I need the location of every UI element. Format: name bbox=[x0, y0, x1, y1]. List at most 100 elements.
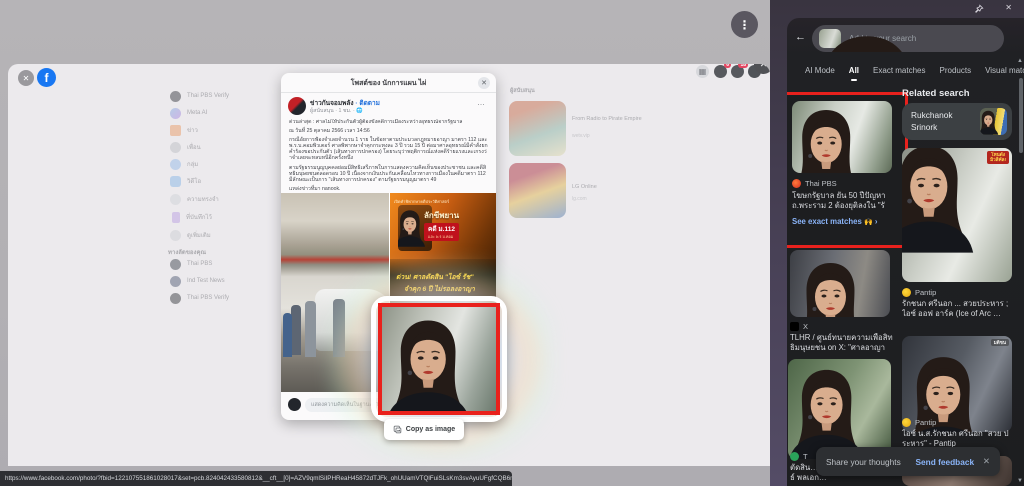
follow-link[interactable]: · ติดตาม bbox=[355, 100, 380, 107]
panel-close-icon[interactable]: ✕ bbox=[1005, 3, 1012, 12]
sidebar-item[interactable]: Thai PBS Verify bbox=[170, 90, 229, 102]
messenger-badge: 6 bbox=[724, 64, 731, 68]
selection-annotation-box bbox=[378, 303, 500, 415]
back-arrow-icon[interactable]: ← bbox=[795, 31, 806, 43]
feedback-prompt: Share your thoughts bbox=[826, 456, 901, 467]
related-search-heading: Related search bbox=[902, 88, 970, 99]
sidebar-item[interactable]: ดูเพิ่มเติม bbox=[170, 229, 211, 241]
ad-title[interactable]: LG Online bbox=[572, 184, 702, 191]
pedestrian-shape bbox=[305, 301, 316, 357]
sidebar-item[interactable]: ความทรงจำ bbox=[170, 193, 219, 205]
result-image[interactable]: โหนดัง มิวสิคัล! bbox=[902, 148, 1012, 282]
sidebar-item[interactable]: Meta AI bbox=[170, 107, 207, 119]
pedestrian-shape bbox=[283, 313, 292, 357]
lens-side-region: ✕ ← Add to your search AI Mode All Exact… bbox=[770, 0, 1024, 486]
screenshot-root: ✕ f Thai PBS Verify Meta AI ข่าว เพื่อน … bbox=[0, 0, 1024, 486]
notifications-badge: 18 bbox=[738, 64, 748, 68]
commenter-avatar bbox=[288, 398, 301, 411]
sidebar-item[interactable]: เพื่อน bbox=[170, 141, 201, 153]
result-title[interactable]: ไอซ์ น.ส.รักชนก ศรีนอก "สวย ประหาร" - Pa… bbox=[902, 429, 1012, 449]
news-headline: ลักขีพยาน bbox=[424, 211, 460, 220]
result-card-highlighted[interactable]: Thai PBS โฆษกรัฐบาล ยัน 50 ปีปัญหา ถ.พระ… bbox=[787, 92, 908, 248]
lens-results-panel: ← Add to your search AI Mode All Exact m… bbox=[787, 18, 1024, 486]
send-feedback-link[interactable]: Send feedback bbox=[916, 457, 975, 467]
result-title[interactable]: TLHR / ศูนย์ทนายความเพื่อสิทธิมนุษยชน on… bbox=[790, 333, 894, 354]
scrollbar-thumb[interactable] bbox=[1019, 78, 1023, 153]
sidebar-item[interactable]: กลุ่ม bbox=[170, 158, 198, 170]
image-badge: มติชน bbox=[990, 339, 1009, 347]
post-body: ด่วนล่าสุด : ศาลไม่ให้ประกันตัวผู้ต้องขั… bbox=[289, 119, 488, 192]
meta-ai-icon bbox=[170, 107, 181, 119]
modal-close-icon[interactable]: ✕ bbox=[478, 76, 490, 89]
page-avatar[interactable] bbox=[288, 97, 306, 115]
toast-close-icon[interactable]: ✕ bbox=[983, 456, 990, 467]
news-case-badge: คดี ม.112 และ พ.ร.บ.คอม bbox=[424, 223, 459, 241]
tab-ai-mode[interactable]: AI Mode bbox=[805, 66, 835, 81]
sidebar-shortcut[interactable]: Ind Test News bbox=[170, 275, 225, 287]
sidebar-item[interactable]: ข่าว bbox=[170, 124, 198, 136]
shortcuts-heading: ทางลัดของคุณ bbox=[168, 250, 207, 256]
result-source: Thai PBS bbox=[792, 179, 837, 188]
scroll-up-icon[interactable]: ▲ bbox=[1017, 58, 1023, 64]
tab-products[interactable]: Products bbox=[940, 66, 972, 81]
result-title[interactable]: รักชนก ศรีนอก ... สวยประหาร ; ไอซ์ ออฟ อ… bbox=[902, 299, 1012, 320]
avatar bbox=[170, 258, 181, 270]
ad-image[interactable] bbox=[509, 163, 566, 218]
flag-icon bbox=[170, 124, 181, 136]
scroll-down-icon[interactable]: ▼ bbox=[1017, 478, 1023, 484]
image-badge: โหนดัง มิวสิคัล! bbox=[987, 151, 1009, 164]
chevron-down-icon bbox=[170, 229, 181, 241]
video-icon bbox=[170, 175, 181, 187]
result-source: X bbox=[790, 322, 808, 331]
messenger-icon[interactable]: 6 bbox=[714, 64, 731, 78]
bookmark-icon bbox=[172, 211, 180, 223]
source-favicon bbox=[790, 452, 799, 461]
memories-icon bbox=[170, 193, 181, 205]
related-entity-chip[interactable]: Rukchanok Srinork bbox=[902, 103, 1012, 140]
lens-selection-frame[interactable] bbox=[371, 296, 507, 422]
groups-icon bbox=[170, 158, 181, 170]
see-exact-matches-link[interactable]: See exact matches 🙌 › bbox=[792, 217, 877, 226]
news-top-text: เปิดคำพิพากษาคดีประวัติศาสตร์ bbox=[394, 199, 450, 204]
entity-thumbnail bbox=[980, 108, 1007, 135]
tab-exact-matches[interactable]: Exact matches bbox=[873, 66, 925, 81]
avatar bbox=[170, 90, 181, 102]
pin-icon[interactable] bbox=[974, 4, 984, 14]
result-source: Pantip bbox=[902, 288, 936, 297]
ad-title[interactable]: From Radio to Pirate Empire bbox=[572, 116, 702, 123]
chevron-right-icon: › bbox=[874, 217, 878, 226]
copy-as-image-button[interactable]: Copy as image bbox=[384, 419, 464, 440]
ad-image[interactable] bbox=[509, 101, 566, 156]
lens-search-bar[interactable]: Add to your search bbox=[812, 25, 1004, 52]
avatar bbox=[170, 292, 181, 304]
result-source: Pantip bbox=[902, 418, 936, 427]
result-source: T bbox=[790, 452, 808, 461]
post-more-icon[interactable]: … bbox=[477, 98, 486, 107]
facebook-logo[interactable]: f bbox=[37, 68, 56, 87]
pantip-favicon bbox=[902, 288, 911, 297]
apps-grid-icon[interactable]: ▦ bbox=[696, 65, 709, 78]
post-modal-title: โพสต์ของ นักการแผน ไผ่ bbox=[350, 80, 427, 87]
photo-viewer-close-button[interactable]: ✕ bbox=[18, 70, 34, 86]
feedback-toast: Share your thoughts Send feedback ✕ bbox=[816, 447, 1000, 476]
result-image[interactable] bbox=[788, 359, 891, 459]
browser-status-bar: https://www.facebook.com/photo/?fbid=122… bbox=[0, 471, 512, 486]
post-modal-header: โพสต์ของ นักการแผน ไผ่ ✕ bbox=[281, 73, 496, 93]
thaipbs-favicon bbox=[792, 179, 801, 188]
tab-all[interactable]: All bbox=[849, 66, 859, 81]
x-favicon bbox=[790, 322, 799, 331]
lens-options-icon[interactable]: ⋮ bbox=[731, 11, 758, 38]
notifications-bell-icon[interactable]: 18 bbox=[731, 64, 748, 78]
sidebar-shortcut[interactable]: Thai PBS Verify bbox=[170, 292, 229, 304]
ad-domain: lg.com bbox=[572, 196, 587, 202]
result-image[interactable] bbox=[790, 250, 890, 317]
sidebar-item[interactable]: วิดีโอ bbox=[170, 175, 201, 187]
query-image-thumbnail bbox=[819, 29, 841, 48]
globe-icon: 🌐 bbox=[356, 108, 363, 114]
result-title[interactable]: โฆษกรัฐบาล ยัน 50 ปีปัญหา ถ.พระราม 2 ต้อ… bbox=[792, 191, 895, 212]
avatar bbox=[170, 275, 181, 287]
hand-emoji-icon: 🙌 bbox=[863, 219, 873, 226]
result-image[interactable] bbox=[792, 101, 892, 173]
sidebar-item[interactable]: ที่บันทึกไว้ bbox=[170, 211, 212, 223]
sidebar-shortcut[interactable]: Thai PBS bbox=[170, 258, 212, 270]
